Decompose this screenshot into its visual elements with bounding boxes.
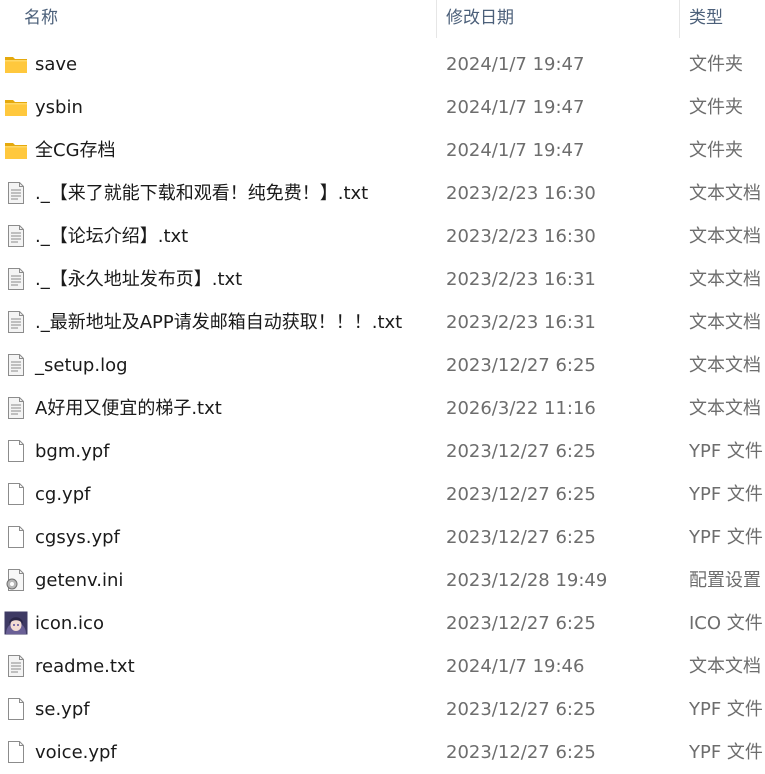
file-modified-date: 2023/12/27 6:25 [446, 613, 596, 634]
blank-file-icon [4, 525, 28, 549]
file-modified-date: 2023/12/27 6:25 [446, 484, 596, 505]
file-name: icon.ico [35, 613, 104, 634]
file-modified-date: 2024/1/7 19:47 [446, 54, 585, 75]
file-name: cgsys.ypf [35, 527, 120, 548]
file-name: ._【永久地址发布页】.txt [35, 269, 243, 290]
file-row[interactable]: ._【永久地址发布页】.txt 2023/2/23 16:31 文本文档 [0, 258, 765, 301]
file-row[interactable]: cg.ypf 2023/12/27 6:25 YPF 文件 [0, 473, 765, 516]
file-modified-date: 2023/12/27 6:25 [446, 742, 596, 763]
file-type: YPF 文件 [689, 699, 763, 720]
file-name: _setup.log [35, 355, 128, 376]
file-name: ._【论坛介绍】.txt [35, 226, 189, 247]
file-type: YPF 文件 [689, 742, 763, 763]
column-header: ^ 名称 修改日期 类型 [0, 0, 765, 38]
file-modified-date: 2023/2/23 16:31 [446, 269, 596, 290]
file-modified-date: 2026/3/22 11:16 [446, 398, 596, 419]
file-type: YPF 文件 [689, 441, 763, 462]
file-type: 文本文档 [689, 183, 761, 204]
file-modified-date: 2023/2/23 16:30 [446, 226, 596, 247]
file-type: 文本文档 [689, 269, 761, 290]
file-modified-date: 2023/12/27 6:25 [446, 527, 596, 548]
file-type: 文本文档 [689, 656, 761, 677]
file-name: cg.ypf [35, 484, 91, 505]
file-name: getenv.ini [35, 570, 124, 591]
file-modified-date: 2023/12/27 6:25 [446, 699, 596, 720]
settings-file-icon [4, 568, 28, 592]
file-type: 文本文档 [689, 355, 761, 376]
file-row[interactable]: cgsys.ypf 2023/12/27 6:25 YPF 文件 [0, 516, 765, 559]
file-name: bgm.ypf [35, 441, 110, 462]
file-row[interactable]: ._【论坛介绍】.txt 2023/2/23 16:30 文本文档 [0, 215, 765, 258]
file-row[interactable]: save 2024/1/7 19:47 文件夹 [0, 43, 765, 86]
file-type: 文本文档 [689, 226, 761, 247]
file-row[interactable]: _setup.log 2023/12/27 6:25 文本文档 [0, 344, 765, 387]
file-name: ysbin [35, 97, 83, 118]
text-file-icon [4, 396, 28, 420]
blank-file-icon [4, 740, 28, 764]
blank-file-icon [4, 482, 28, 506]
file-row[interactable]: ._最新地址及APP请发邮箱自动获取！！！.txt 2023/2/23 16:31… [0, 301, 765, 344]
file-name: 全CG存档 [35, 140, 116, 161]
column-divider[interactable] [679, 0, 680, 38]
file-row[interactable]: voice.ypf 2023/12/27 6:25 YPF 文件 [0, 731, 765, 774]
file-name: se.ypf [35, 699, 90, 720]
file-row[interactable]: bgm.ypf 2023/12/27 6:25 YPF 文件 [0, 430, 765, 473]
file-name: ._最新地址及APP请发邮箱自动获取！！！.txt [35, 312, 403, 333]
column-header-type[interactable]: 类型 [689, 0, 723, 36]
text-file-icon [4, 267, 28, 291]
folder-icon [4, 95, 28, 119]
text-file-icon [4, 181, 28, 205]
file-type: 文件夹 [689, 54, 743, 75]
folder-icon [4, 138, 28, 162]
file-type: YPF 文件 [689, 484, 763, 505]
file-name: readme.txt [35, 656, 135, 677]
column-header-name[interactable]: 名称 [24, 0, 58, 36]
text-file-icon [4, 353, 28, 377]
file-type: 文件夹 [689, 140, 743, 161]
file-name: voice.ypf [35, 742, 117, 763]
file-row[interactable]: ysbin 2024/1/7 19:47 文件夹 [0, 86, 765, 129]
blank-file-icon [4, 439, 28, 463]
file-type: YPF 文件 [689, 527, 763, 548]
file-type: 配置设置 [689, 570, 761, 591]
file-modified-date: 2024/1/7 19:47 [446, 140, 585, 161]
file-type: 文件夹 [689, 97, 743, 118]
file-name: A好用又便宜的梯子.txt [35, 398, 222, 419]
text-file-icon [4, 310, 28, 334]
file-row[interactable]: icon.ico 2023/12/27 6:25 ICO 文件 [0, 602, 765, 645]
file-modified-date: 2023/12/28 19:49 [446, 570, 608, 591]
image-file-icon [4, 611, 28, 635]
column-divider[interactable] [436, 0, 437, 38]
file-modified-date: 2023/2/23 16:30 [446, 183, 596, 204]
text-file-icon [4, 224, 28, 248]
file-row[interactable]: getenv.ini 2023/12/28 19:49 配置设置 [0, 559, 765, 602]
file-row[interactable]: 全CG存档 2024/1/7 19:47 文件夹 [0, 129, 765, 172]
file-name: save [35, 54, 78, 75]
file-modified-date: 2023/2/23 16:31 [446, 312, 596, 333]
sort-caret-icon: ^ [218, 0, 230, 8]
file-row[interactable]: A好用又便宜的梯子.txt 2026/3/22 11:16 文本文档 [0, 387, 765, 430]
file-row[interactable]: ._【来了就能下载和观看！纯免费！】.txt 2023/2/23 16:30 文本文… [0, 172, 765, 215]
file-name: ._【来了就能下载和观看！纯免费！】.txt [35, 183, 369, 204]
file-type: ICO 文件 [689, 613, 763, 634]
file-modified-date: 2023/12/27 6:25 [446, 355, 596, 376]
file-type: 文本文档 [689, 398, 761, 419]
file-row[interactable]: readme.txt 2024/1/7 19:46 文本文档 [0, 645, 765, 688]
column-header-date[interactable]: 修改日期 [446, 0, 514, 36]
text-file-icon [4, 654, 28, 678]
file-modified-date: 2023/12/27 6:25 [446, 441, 596, 462]
file-row[interactable]: se.ypf 2023/12/27 6:25 YPF 文件 [0, 688, 765, 731]
file-modified-date: 2024/1/7 19:47 [446, 97, 585, 118]
file-modified-date: 2024/1/7 19:46 [446, 656, 585, 677]
blank-file-icon [4, 697, 28, 721]
file-type: 文本文档 [689, 312, 761, 333]
folder-icon [4, 52, 28, 76]
